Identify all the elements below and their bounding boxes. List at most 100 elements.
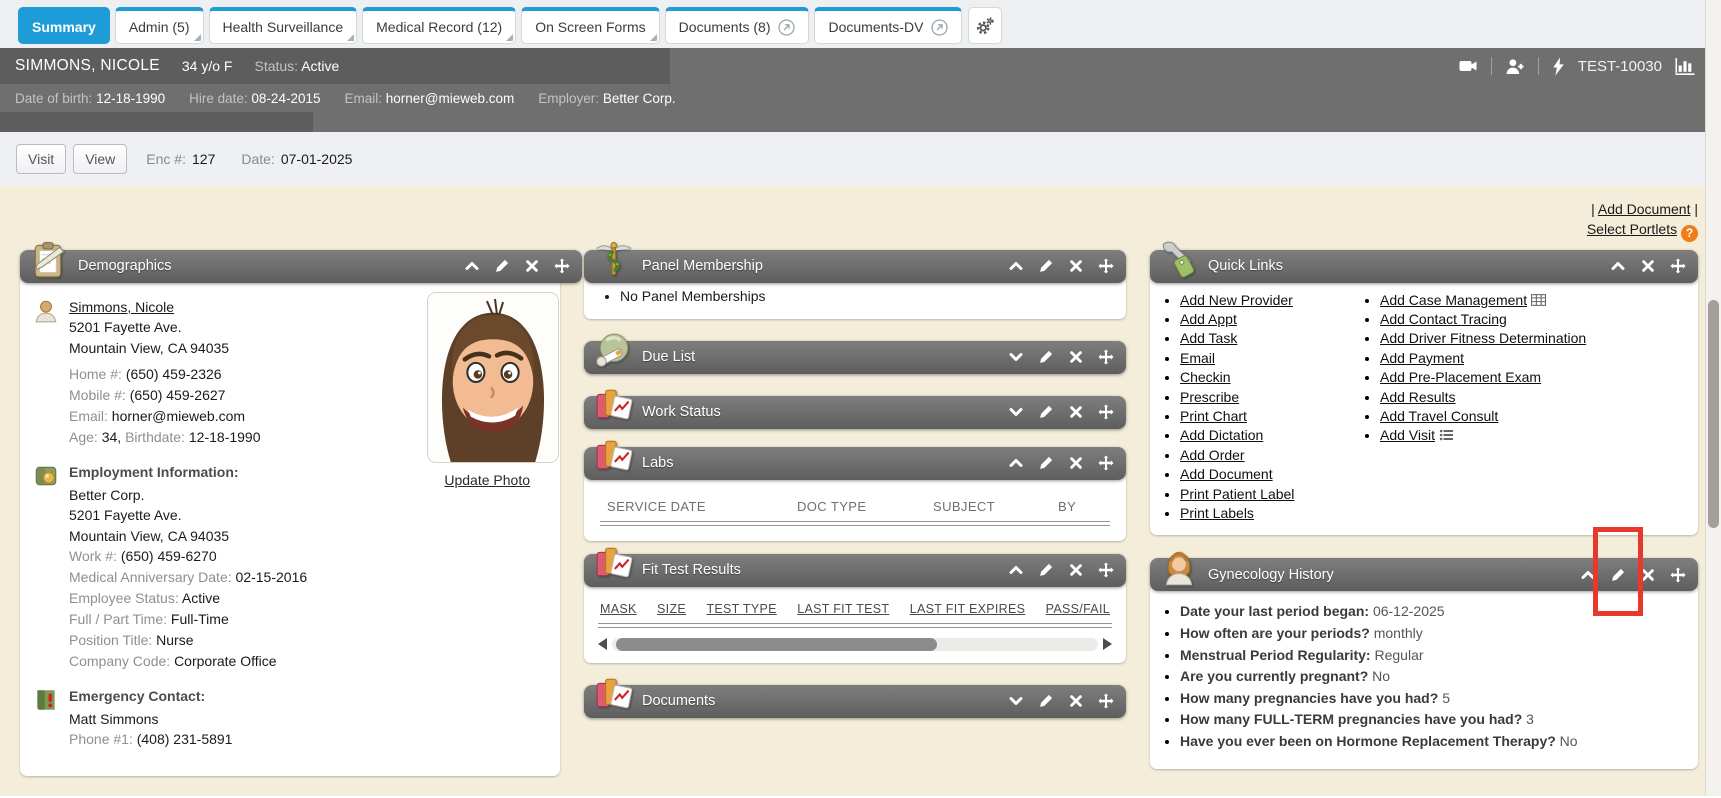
- expand-icon[interactable]: [1008, 349, 1024, 365]
- move-icon[interactable]: [1098, 258, 1114, 274]
- tab-label: On Screen Forms: [535, 19, 645, 35]
- quick-link[interactable]: Add Results: [1380, 389, 1455, 405]
- grid-icon[interactable]: [1531, 294, 1546, 306]
- scroll-left-arrow[interactable]: [598, 638, 607, 650]
- chart-tab[interactable]: Documents (8): [665, 7, 810, 44]
- close-icon[interactable]: [1068, 404, 1084, 420]
- fit-test-column-link[interactable]: LAST FIT TEST: [797, 602, 889, 616]
- move-icon[interactable]: [1098, 693, 1114, 709]
- move-icon[interactable]: [554, 258, 570, 274]
- quick-link-item: Add New Provider: [1180, 291, 1350, 310]
- fit-test-column-link[interactable]: TEST TYPE: [706, 602, 776, 616]
- scroll-thumb[interactable]: [616, 638, 937, 651]
- chart-tab[interactable]: On Screen Forms: [521, 7, 659, 44]
- chart-tab[interactable]: Summary: [18, 7, 110, 44]
- bar-chart-icon[interactable]: [1675, 57, 1695, 75]
- scroll-right-arrow[interactable]: [1103, 638, 1112, 650]
- close-icon[interactable]: [524, 258, 540, 274]
- edit-icon[interactable]: [1038, 455, 1054, 471]
- move-icon[interactable]: [1670, 567, 1686, 583]
- quick-link[interactable]: Print Patient Label: [1180, 486, 1294, 502]
- patient-chart-link[interactable]: Simmons, Nicole: [69, 299, 174, 315]
- quick-link[interactable]: Add Driver Fitness Determination: [1380, 330, 1586, 346]
- close-icon[interactable]: [1068, 258, 1084, 274]
- move-icon[interactable]: [1098, 455, 1114, 471]
- quick-link-item: Add Travel Consult: [1380, 407, 1692, 426]
- collapse-icon[interactable]: [464, 258, 480, 274]
- quick-link[interactable]: Add New Provider: [1180, 292, 1293, 308]
- help-icon[interactable]: ?: [1681, 225, 1698, 242]
- quick-link[interactable]: Add Order: [1180, 447, 1245, 463]
- page-scrollbar-thumb[interactable]: [1708, 300, 1719, 528]
- quick-link[interactable]: Add Visit: [1380, 427, 1435, 443]
- chart-tab[interactable]: Admin (5): [115, 7, 204, 44]
- edit-icon[interactable]: [1038, 349, 1054, 365]
- encounter-bar: Visit View Enc #: 127 Date: 07-01-2025: [0, 132, 1721, 186]
- select-portlets-link[interactable]: Select Portlets: [1587, 221, 1677, 237]
- portlet-panel-membership: Panel Membership No Panel Memberships: [584, 250, 1126, 319]
- lightning-bolt-icon[interactable]: [1552, 57, 1565, 76]
- open-in-new-icon[interactable]: [778, 19, 795, 36]
- collapse-icon[interactable]: [1610, 258, 1626, 274]
- quick-link[interactable]: Email: [1180, 350, 1215, 366]
- video-camera-icon[interactable]: [1458, 58, 1478, 74]
- close-icon[interactable]: [1640, 258, 1656, 274]
- expand-icon[interactable]: [1008, 693, 1024, 709]
- close-icon[interactable]: [1068, 562, 1084, 578]
- close-icon[interactable]: [1068, 349, 1084, 365]
- edit-icon[interactable]: [1038, 562, 1054, 578]
- documents-chart-icon: [592, 543, 634, 585]
- edit-icon[interactable]: [494, 258, 510, 274]
- move-icon[interactable]: [1098, 404, 1114, 420]
- edit-highlight-box: [1593, 527, 1643, 616]
- scroll-track[interactable]: [612, 638, 1098, 651]
- quick-link[interactable]: Add Contact Tracing: [1380, 311, 1507, 327]
- woman-icon: [1158, 547, 1200, 589]
- edit-icon[interactable]: [1038, 258, 1054, 274]
- portlet-labs: Labs SERVICE DATEDOC TYPESUBJECTBY: [584, 447, 1126, 541]
- chart-tab[interactable]: Documents-DV: [814, 7, 962, 44]
- quick-link[interactable]: Add Document: [1180, 466, 1273, 482]
- chart-tab[interactable]: Medical Record (12): [362, 7, 516, 44]
- fit-test-header: Fit Test Results: [584, 554, 1126, 587]
- tab-settings-gear-button[interactable]: [968, 7, 1002, 44]
- fit-test-column-link[interactable]: SIZE: [657, 602, 686, 616]
- quick-link[interactable]: Print Chart: [1180, 408, 1247, 424]
- edit-icon[interactable]: [1038, 693, 1054, 709]
- collapse-icon[interactable]: [1008, 562, 1024, 578]
- close-icon[interactable]: [1068, 693, 1084, 709]
- add-person-icon[interactable]: [1505, 58, 1525, 75]
- collapse-icon[interactable]: [1008, 455, 1024, 471]
- expand-icon[interactable]: [1008, 404, 1024, 420]
- quick-link[interactable]: Add Payment: [1380, 350, 1464, 366]
- quick-link[interactable]: Print Labels: [1180, 505, 1254, 521]
- visit-button[interactable]: Visit: [16, 144, 66, 174]
- move-icon[interactable]: [1098, 562, 1114, 578]
- update-photo-link[interactable]: Update Photo: [444, 472, 530, 488]
- quick-link[interactable]: Add Case Management: [1380, 292, 1527, 308]
- fit-test-column-link[interactable]: MASK: [600, 602, 637, 616]
- close-icon[interactable]: [1068, 455, 1084, 471]
- quick-link[interactable]: Prescribe: [1180, 389, 1239, 405]
- add-document-link[interactable]: Add Document: [1598, 201, 1691, 217]
- quick-link[interactable]: Add Dictation: [1180, 427, 1263, 443]
- quick-link[interactable]: Add Appt: [1180, 311, 1237, 327]
- page-scrollbar[interactable]: [1705, 0, 1721, 796]
- quick-link[interactable]: Add Pre-Placement Exam: [1380, 369, 1541, 385]
- quick-link[interactable]: Checkin: [1180, 369, 1231, 385]
- quick-link[interactable]: Add Travel Consult: [1380, 408, 1498, 424]
- view-button[interactable]: View: [73, 144, 127, 174]
- fit-test-column-link[interactable]: LAST FIT EXPIRES: [910, 602, 1026, 616]
- banner-lower-band: [0, 112, 313, 132]
- fit-test-column-link[interactable]: PASS/FAIL: [1046, 602, 1110, 616]
- edit-icon[interactable]: [1038, 404, 1054, 420]
- documents-header: Documents: [584, 685, 1126, 718]
- move-icon[interactable]: [1098, 349, 1114, 365]
- quick-link[interactable]: Add Task: [1180, 330, 1237, 346]
- move-icon[interactable]: [1670, 258, 1686, 274]
- collapse-icon[interactable]: [1008, 258, 1024, 274]
- list-icon[interactable]: [1439, 429, 1454, 441]
- chart-tab[interactable]: Health Surveillance: [209, 7, 358, 44]
- quick-link-item: Add Payment: [1380, 349, 1692, 368]
- open-in-new-icon[interactable]: [931, 19, 948, 36]
